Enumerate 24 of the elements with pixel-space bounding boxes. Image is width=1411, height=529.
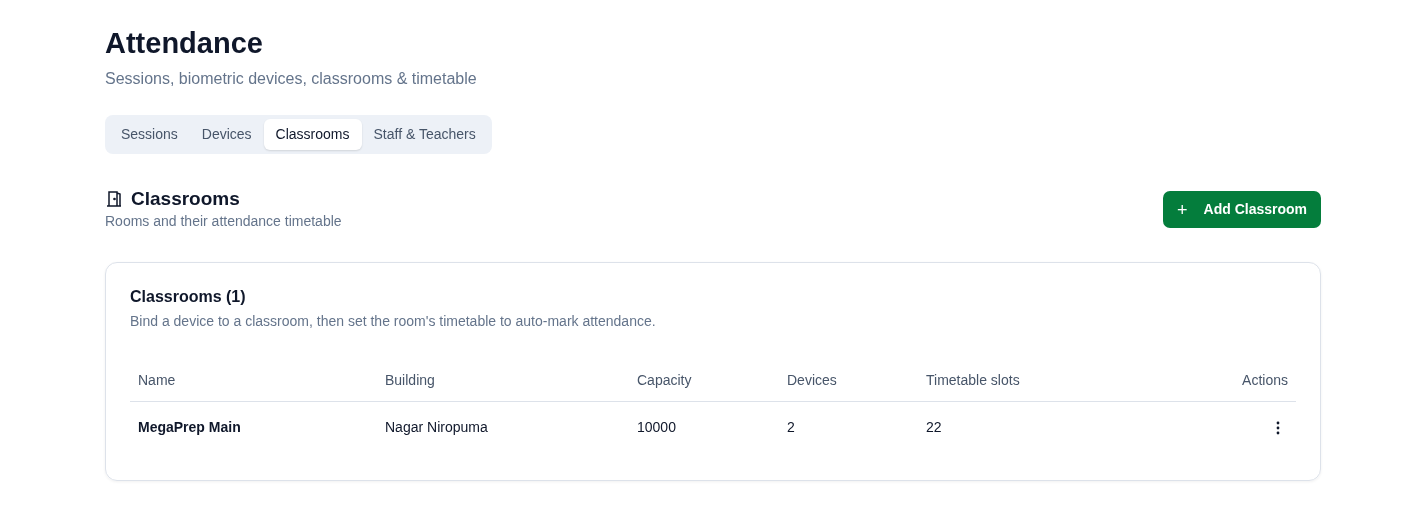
column-header: Actions [1176, 359, 1296, 402]
column-header: Name [130, 359, 377, 402]
column-header: Building [377, 359, 629, 402]
table-cell: 2 [779, 401, 918, 452]
column-header: Capacity [629, 359, 779, 402]
tab[interactable]: Devices [189, 118, 264, 150]
door-icon [105, 190, 123, 209]
page-title: Attendance [105, 26, 264, 61]
table-cell: 22 [918, 401, 1176, 452]
add-classroom-button[interactable]: + Add Classroom [1163, 191, 1321, 229]
column-header: Devices [779, 359, 918, 402]
more-options-icon[interactable] [1276, 420, 1280, 435]
tab[interactable]: Staff & Teachers [361, 118, 488, 150]
table-cell: Nagar Niropuma [377, 401, 629, 452]
table-cell: MegaPrep Main [130, 401, 377, 452]
column-header: Timetable slots [918, 359, 1176, 402]
tab[interactable]: Classrooms [263, 118, 362, 150]
section-title: Classrooms [131, 187, 240, 211]
section-subtitle: Rooms and their attendance timetable [105, 211, 342, 231]
tab[interactable]: Sessions [109, 118, 190, 150]
card-title: Classrooms (1) [130, 286, 247, 307]
page-subtitle: Sessions, biometric devices, classrooms & timetable [105, 68, 478, 89]
table-cell: 10000 [629, 401, 779, 452]
card-description: Bind a device to a classroom, then set the room's timetable to auto-mark attendance. [130, 311, 657, 331]
